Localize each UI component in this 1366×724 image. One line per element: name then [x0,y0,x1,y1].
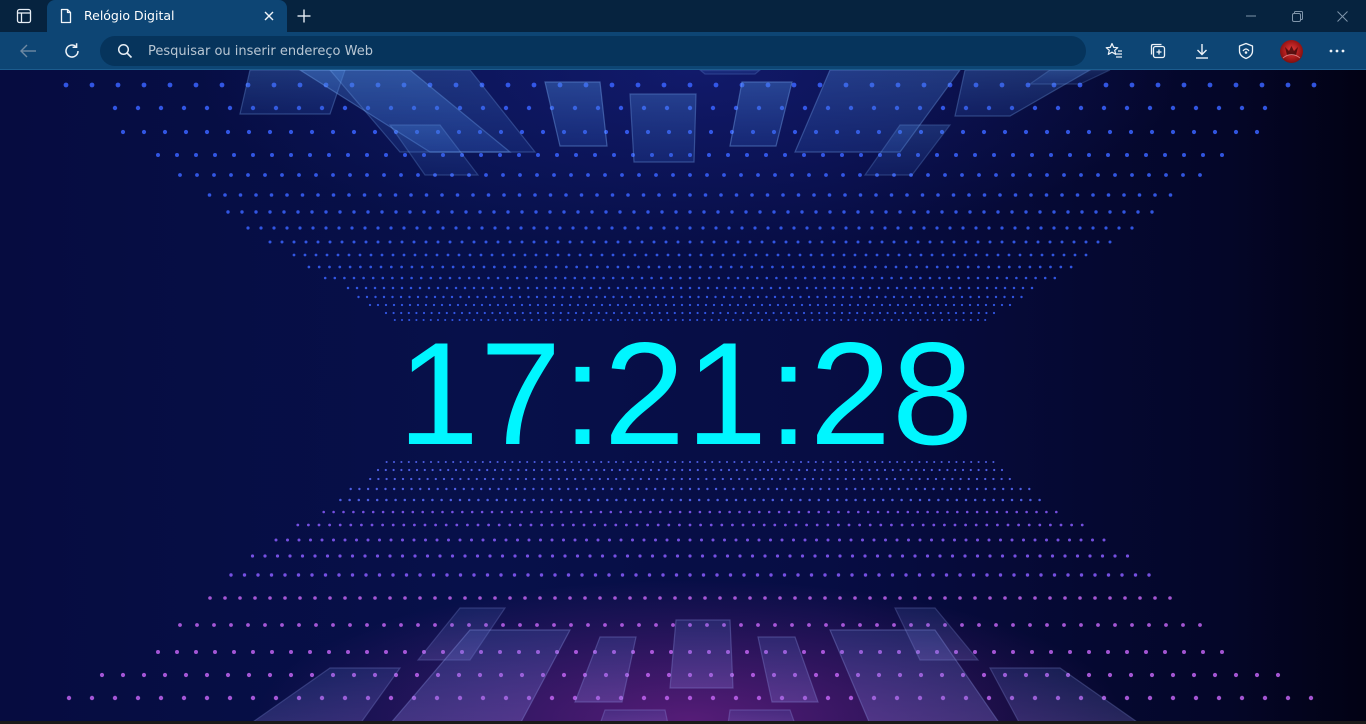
glass-panels-top [239,70,1111,176]
favorites-button[interactable] [1099,37,1129,65]
download-icon [1196,44,1208,59]
close-window-icon [1336,10,1348,22]
collections-button[interactable] [1143,37,1173,65]
favorites-icon [1105,42,1122,58]
page-content: 17:21:28 [0,70,1366,724]
address-bar[interactable] [100,36,1086,66]
restore-button[interactable] [1275,0,1319,32]
downloads-button[interactable] [1187,37,1217,65]
page-icon [60,8,72,24]
search-icon [117,43,133,59]
new-tab-button[interactable] [292,4,316,28]
close-window-button[interactable] [1320,0,1364,32]
tab-active[interactable]: Relógio Digital [47,0,287,32]
tab-actions-icon [16,8,32,24]
collections-icon [1150,43,1166,59]
refresh-icon [65,43,79,58]
minimize-button[interactable] [1229,0,1273,32]
tab-strip: Relógio Digital [0,0,1366,32]
clock-time: 17:21:28 [397,312,975,475]
profile-avatar[interactable] [1280,40,1303,63]
back-button[interactable] [13,37,43,65]
avatar-image-icon [1282,46,1301,59]
toolbar [0,32,1366,70]
restore-icon [1291,10,1303,22]
browser-window: Relógio Digital Pesquisar ou inserir end… [0,0,1366,724]
refresh-button[interactable] [57,37,87,65]
more-icon [1329,49,1345,53]
browser-essentials-icon [1238,42,1254,60]
plus-icon [297,9,311,23]
more-button[interactable] [1322,37,1352,65]
address-input[interactable] [148,36,1048,66]
tab-title: Relógio Digital [84,8,175,23]
tab-actions-button[interactable] [8,4,40,28]
minimize-icon [1246,15,1256,17]
back-icon [20,44,36,58]
tab-close-button[interactable] [261,8,277,24]
browser-essentials-button[interactable] [1231,37,1261,65]
close-icon [264,11,274,21]
